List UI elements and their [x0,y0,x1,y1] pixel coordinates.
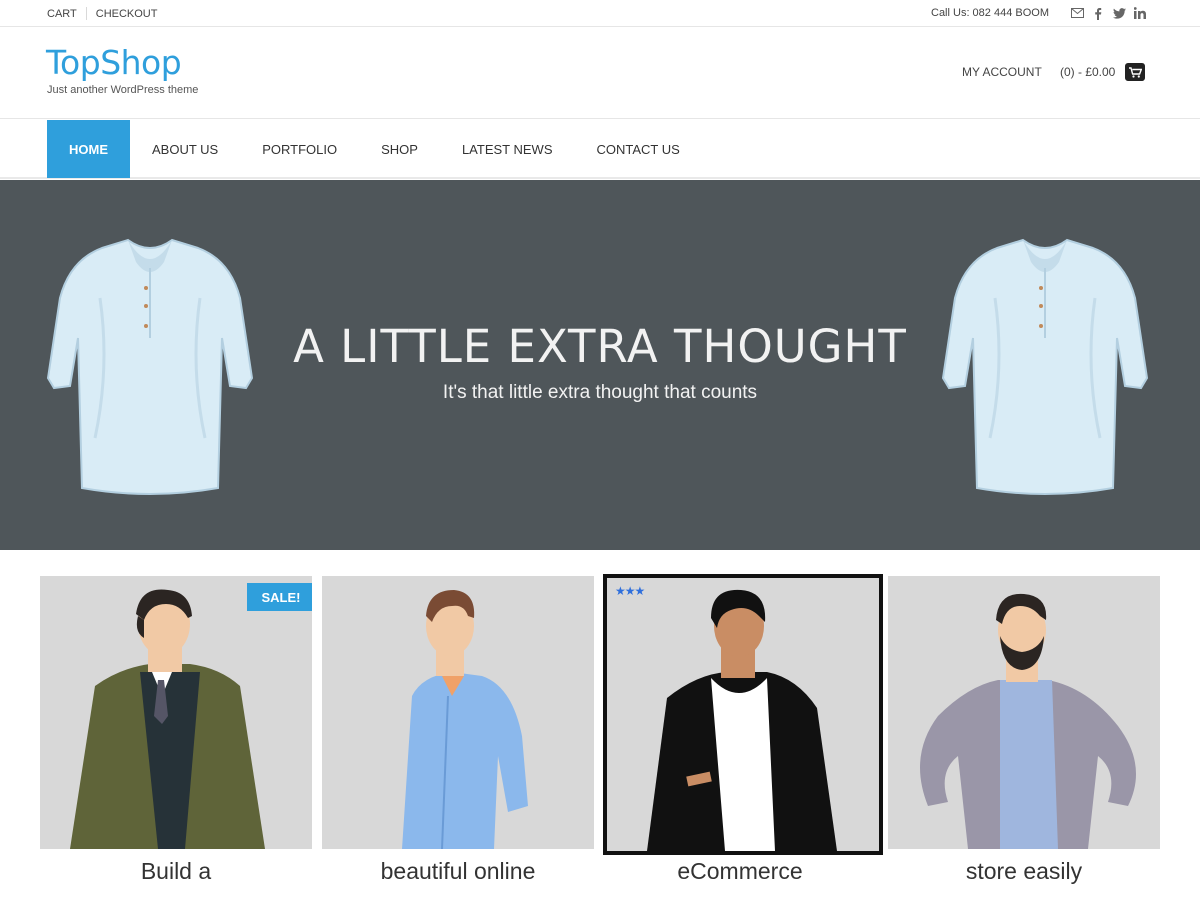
rating-stars: ★★★ [615,584,645,598]
product-grid: SALE! Build a beautiful online ★★★ eComm… [0,551,1200,900]
site-tagline: Just another WordPress theme [47,84,199,96]
nav-item-latest-news[interactable]: LATEST NEWS [440,120,575,178]
facebook-icon[interactable] [1091,6,1105,20]
sale-badge: SALE! [247,583,312,611]
call-us-text: Call Us: 082 444 BOOM [931,7,1049,19]
shirt-image-right [941,238,1149,495]
nav-item-portfolio[interactable]: PORTFOLIO [240,120,359,178]
product-image[interactable]: SALE! [40,576,312,849]
my-account-link[interactable]: MY ACCOUNT [962,65,1042,79]
top-links: CART CHECKOUT [47,7,157,20]
product-card[interactable]: ★★★ eCommerce [603,574,883,891]
product-image[interactable] [888,576,1160,849]
site-logo[interactable]: TopShop [46,43,182,82]
product-label[interactable]: store easily [888,858,1160,885]
top-contact: Call Us: 082 444 BOOM [931,6,1147,20]
divider [85,7,87,20]
top-bar: CART CHECKOUT Call Us: 082 444 BOOM [0,0,1200,27]
product-label[interactable]: beautiful online [322,858,594,885]
nav-item-contact-us[interactable]: CONTACT US [575,120,702,178]
envelope-icon[interactable] [1070,6,1084,20]
product-card[interactable]: beautiful online [322,576,594,891]
shopping-cart-icon[interactable] [1125,63,1146,81]
site-header: TopShop Just another WordPress theme MY … [0,27,1200,119]
nav-item-about-us[interactable]: ABOUT US [130,120,240,178]
cart-total: (0) - £0.00 [1060,65,1116,79]
product-card[interactable]: SALE! Build a [40,576,312,891]
twitter-icon[interactable] [1112,6,1126,20]
nav-item-shop[interactable]: SHOP [359,120,440,178]
product-image[interactable]: ★★★ [603,574,883,855]
product-card[interactable]: store easily [888,576,1160,891]
product-label[interactable]: Build a [40,858,312,885]
linkedin-icon[interactable] [1133,6,1147,20]
hero-slider[interactable]: A LITTLE EXTRA THOUGHT It's that little … [0,180,1200,550]
product-label[interactable]: eCommerce [604,858,876,885]
main-navigation: HOME ABOUT US PORTFOLIO SHOP LATEST NEWS… [0,120,1200,179]
cart-link[interactable]: CART [47,8,77,20]
product-image[interactable] [322,576,594,849]
nav-item-home[interactable]: HOME [47,120,130,178]
checkout-link[interactable]: CHECKOUT [96,8,158,20]
cart-summary[interactable]: (0) - £0.00 [1060,63,1146,81]
